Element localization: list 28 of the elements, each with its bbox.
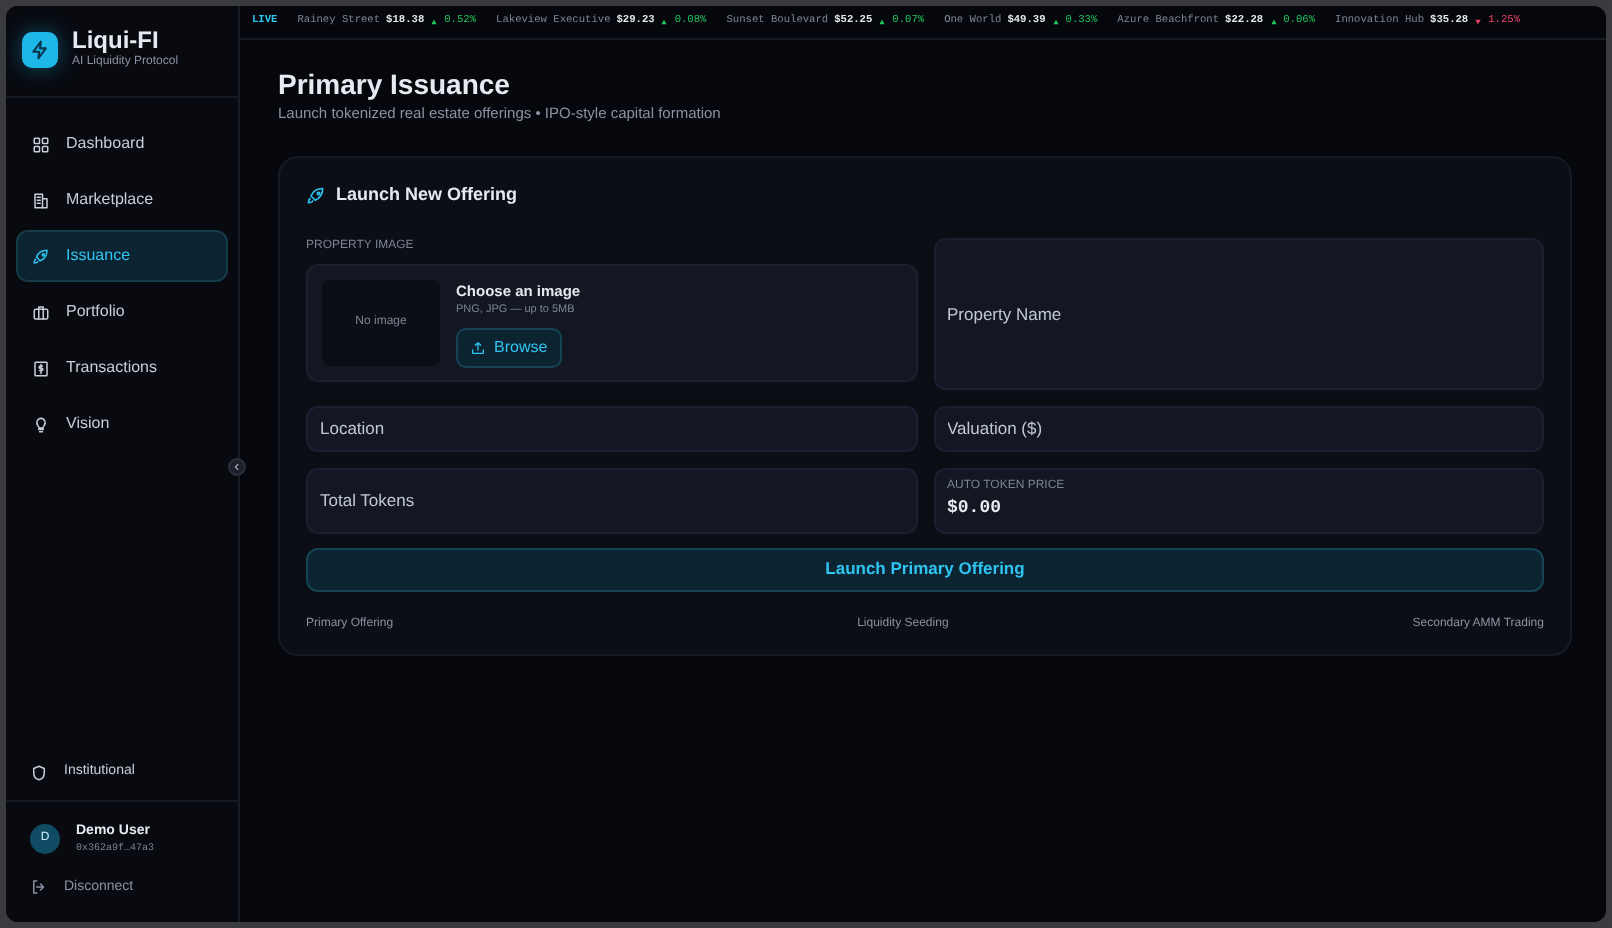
dollar-icon bbox=[32, 359, 50, 378]
page-title: Primary Issuance bbox=[278, 68, 512, 102]
nav-item[interactable]: Transactions bbox=[16, 342, 228, 395]
launch-button[interactable]: Launch Primary Offering bbox=[306, 547, 1544, 592]
nav-item[interactable]: Issuance bbox=[16, 230, 228, 283]
browse-button[interactable]: Browse bbox=[456, 328, 562, 369]
input-field[interactable]: Property Name bbox=[933, 237, 1544, 390]
rocket-icon bbox=[32, 247, 50, 266]
rocket-icon bbox=[306, 185, 326, 206]
nav-item[interactable]: Marketplace bbox=[16, 174, 228, 227]
nav-item[interactable]: Dashboard bbox=[16, 118, 228, 171]
upload-icon bbox=[470, 340, 486, 357]
token-price-value: $0.00 bbox=[947, 495, 1004, 522]
input-field[interactable]: Total Tokens bbox=[306, 467, 917, 534]
logo-icon bbox=[22, 32, 58, 69]
input-field[interactable]: Location bbox=[306, 405, 917, 452]
nav-item[interactable]: Portfolio bbox=[16, 286, 228, 339]
form-title: Launch New Offering bbox=[336, 182, 518, 209]
input-field[interactable]: Valuation ($) bbox=[933, 405, 1544, 452]
shield-icon bbox=[30, 763, 48, 782]
lightbulb-icon bbox=[32, 415, 50, 434]
nav-item[interactable]: Vision bbox=[16, 398, 228, 451]
building-icon bbox=[32, 191, 50, 210]
collapse-handle[interactable] bbox=[228, 458, 246, 476]
brand-name: Liqui-FI bbox=[72, 28, 161, 55]
logout-icon bbox=[30, 878, 48, 897]
briefcase-icon bbox=[32, 303, 50, 322]
grid-icon bbox=[32, 135, 50, 154]
